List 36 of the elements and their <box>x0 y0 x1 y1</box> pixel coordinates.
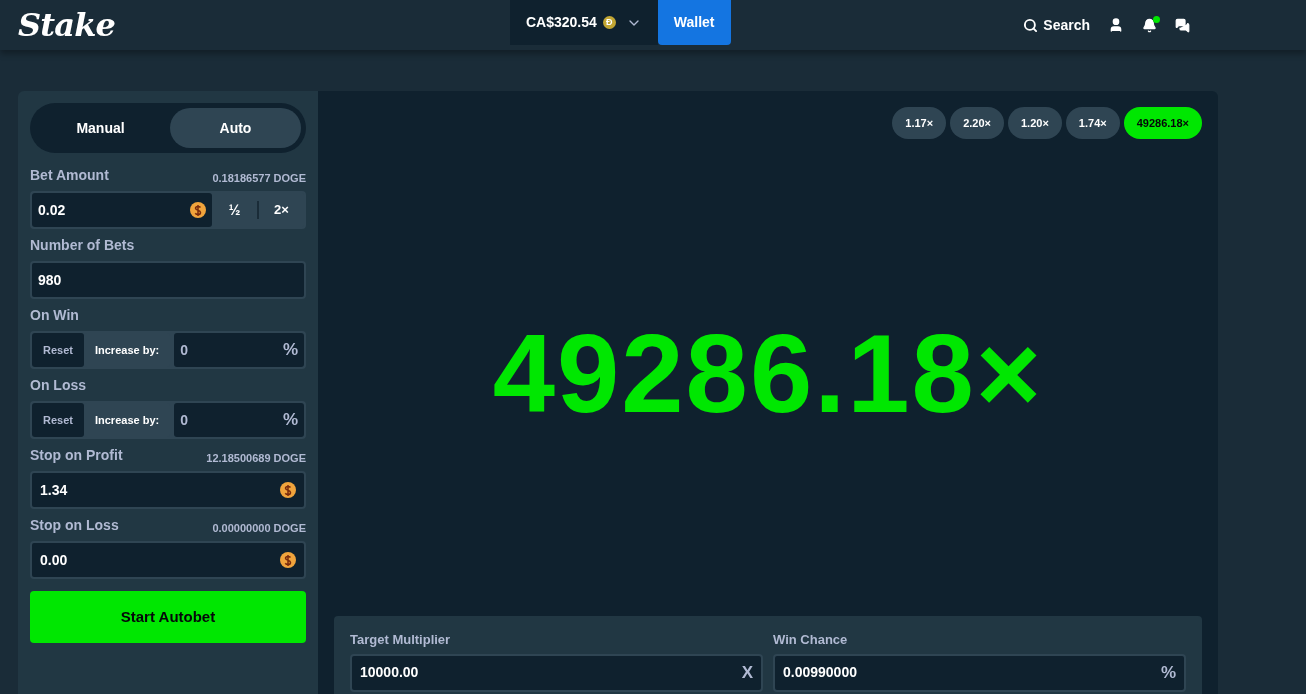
field-label: Target Multiplier <box>350 631 451 649</box>
bell-icon[interactable] <box>1142 17 1157 33</box>
number-of-bets-field[interactable]: 980 <box>30 261 306 299</box>
win-chance-field[interactable]: 0.00990000 % <box>773 653 1186 692</box>
conversion-text: 12.18500689 DOGE <box>206 450 306 466</box>
result-pill: 1.17× <box>892 107 947 139</box>
conversion-text: 0.18186577 DOGE <box>212 170 306 186</box>
user-icon[interactable] <box>1108 17 1124 33</box>
search-icon <box>1023 17 1039 33</box>
field-label: On Win <box>30 306 79 325</box>
chat-icon[interactable] <box>1175 17 1190 33</box>
mode-tab[interactable]: Manual <box>35 108 166 148</box>
logo[interactable]: Stake <box>18 1 510 49</box>
field-label: Stop on Loss <box>30 516 119 535</box>
field-label: Number of Bets <box>30 236 135 255</box>
result-pill: 49286.18× <box>1123 107 1202 139</box>
field-label: Bet Amount <box>30 166 109 185</box>
result-pill: 2.20× <box>950 107 1004 139</box>
target-multiplier-field[interactable]: 10000.00 X <box>350 653 763 692</box>
search-button[interactable]: Search <box>1023 14 1090 36</box>
balance-selector[interactable]: CA$320.54 Đ <box>510 0 658 45</box>
stop-on-loss-field[interactable]: 0.00 <box>30 541 306 579</box>
result-pill: 1.74× <box>1065 107 1120 139</box>
field-label: Win Chance <box>773 631 848 649</box>
coin-icon <box>280 552 296 568</box>
stop-on-profit-field[interactable]: 1.34 <box>30 471 306 509</box>
field-label: Stop on Profit <box>30 446 123 465</box>
mode-tab[interactable]: Auto <box>170 108 301 148</box>
result-pill: 1.20× <box>1008 107 1062 139</box>
coin-icon <box>280 482 296 498</box>
field-label: On Loss <box>30 376 86 395</box>
currency-icon: Đ <box>602 16 616 29</box>
conversion-text: 0.00000000 DOGE <box>212 520 306 536</box>
result-multiplier: 49286.18× <box>492 317 1044 430</box>
start-autobet-button[interactable]: Start Autobet <box>30 591 306 643</box>
wallet-button[interactable]: Wallet <box>657 0 731 45</box>
